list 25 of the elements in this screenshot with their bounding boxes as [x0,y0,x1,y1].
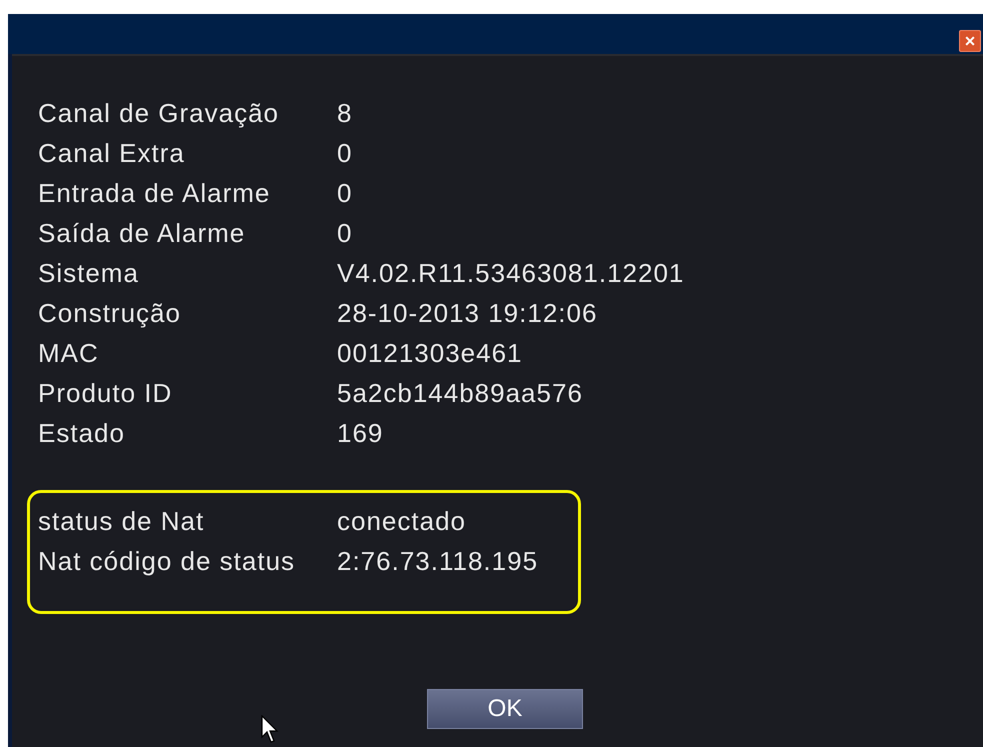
ok-button[interactable]: OK [427,689,583,729]
close-button[interactable]: × [959,30,981,52]
field-label: Estado [38,418,126,448]
field-label: MAC [38,338,100,368]
field-value: 8 [337,98,352,128]
field-value: 00121303e461 [337,338,523,368]
field-label: status de Nat [38,506,206,536]
field-label: Entrada de Alarme [38,178,272,208]
field-label: Produto ID [38,378,174,408]
field-label: Saída de Alarme [38,218,246,248]
field-label: Canal de Gravação [38,98,280,128]
field-label: Construção [38,298,182,328]
field-label: Sistema [38,258,140,288]
cursor-icon [260,715,280,745]
field-value: 0 [337,138,352,168]
field-value: 169 [337,418,384,448]
field-value: 0 [337,178,352,208]
field-label: Nat código de status [38,546,296,576]
field-value: 2:76.73.118.195 [337,546,538,576]
field-value: conectado [337,506,466,536]
field-value: V4.02.R11.53463081.12201 [337,258,684,288]
field-label: Canal Extra [38,138,186,168]
field-value: 28-10-2013 19:12:06 [337,298,598,328]
field-value: 5a2cb144b89aa576 [337,378,583,408]
field-value: 0 [337,218,352,248]
